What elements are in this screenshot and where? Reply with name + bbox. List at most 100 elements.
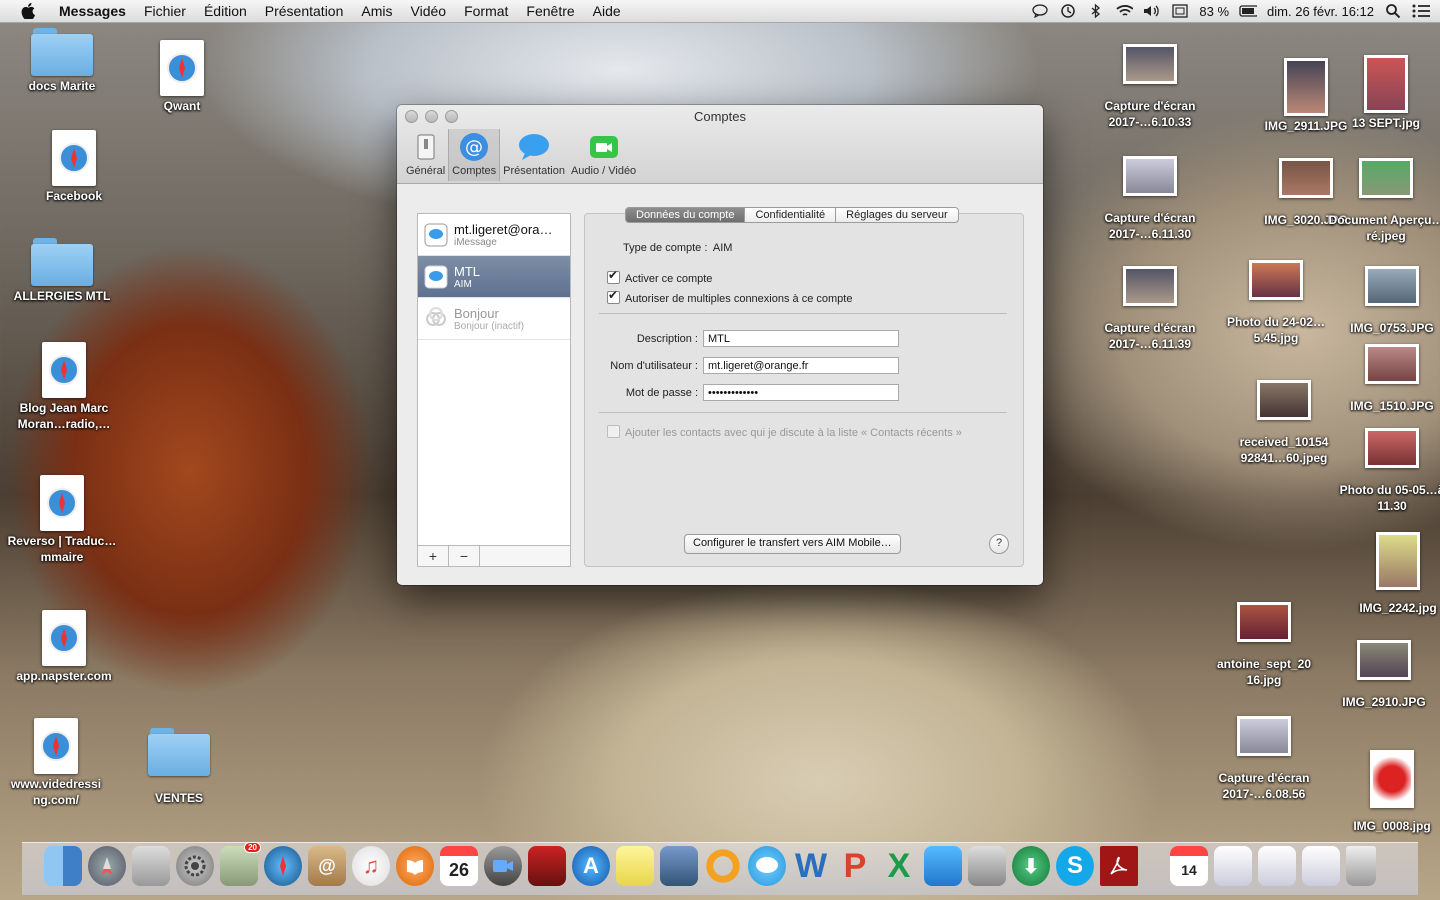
- desktop-file-capture-3[interactable]: Capture d'écran 2017-…6.11.39: [1090, 266, 1210, 352]
- word-icon[interactable]: W: [792, 846, 830, 886]
- enable-account-checkbox[interactable]: [607, 268, 620, 284]
- desktop-file-received[interactable]: received_10154 92841…60.jpeg: [1224, 380, 1344, 466]
- powerpoint-icon[interactable]: P: [836, 846, 874, 886]
- photo-viewer-icon[interactable]: [528, 846, 566, 886]
- multi-connection-row[interactable]: Autoriser de multiples connexions à ce c…: [607, 288, 852, 305]
- itunes-icon[interactable]: ♫: [352, 846, 390, 886]
- skype-icon[interactable]: S: [1056, 846, 1094, 886]
- password-field[interactable]: •••••••••••••: [703, 384, 899, 401]
- office-icon[interactable]: [704, 846, 742, 886]
- finder-icon[interactable]: [44, 846, 82, 886]
- desktop-folder-docs-marite[interactable]: docs Marite: [2, 28, 122, 94]
- account-item-mtl[interactable]: MTL AIM: [418, 256, 570, 298]
- desktop-file-capture-1[interactable]: Capture d'écran 2017-…6.10.33: [1090, 44, 1210, 130]
- input-source-icon[interactable]: [1171, 3, 1189, 19]
- desktop-folder-allergies[interactable]: ALLERGIES MTL: [2, 238, 122, 304]
- screenshot-stack-icon[interactable]: [1258, 846, 1296, 886]
- add-account-button[interactable]: +: [418, 546, 449, 566]
- tab-donnees-du-compte[interactable]: Données du compte: [626, 208, 746, 222]
- launchpad-icon[interactable]: [88, 846, 126, 886]
- toolbar-general[interactable]: Général: [403, 129, 448, 181]
- tab-reglages-du-serveur[interactable]: Réglages du serveur: [836, 208, 958, 222]
- mail-stamp-icon[interactable]: 20: [220, 842, 261, 886]
- toolbar-presentation[interactable]: Présentation: [500, 129, 568, 181]
- desktop-file-13-sept[interactable]: 13 SEPT.jpg: [1326, 55, 1440, 131]
- download-icon[interactable]: ⬇: [1012, 846, 1050, 886]
- iphoto-icon[interactable]: [660, 846, 698, 886]
- notification-center-icon[interactable]: [1412, 3, 1430, 19]
- remote-desktop-icon[interactable]: [968, 846, 1006, 886]
- screenshot-stack-icon[interactable]: [1302, 846, 1340, 886]
- desktop-file-img-1510[interactable]: IMG_1510.JPG: [1332, 344, 1440, 414]
- desktop-file-capture-2[interactable]: Capture d'écran 2017-…6.11.30: [1090, 156, 1210, 242]
- configure-aim-mobile-button[interactable]: Configurer le transfert vers AIM Mobile…: [684, 534, 901, 554]
- calendar-icon[interactable]: 26: [440, 846, 478, 886]
- toolbar-audio-video[interactable]: Audio / Vidéo: [568, 129, 639, 181]
- desktop-file-photo-24-02[interactable]: Photo du 24-02…5.45.jpg: [1216, 260, 1336, 346]
- username-field[interactable]: mt.ligeret@orange.fr: [703, 357, 899, 374]
- desktop-webloc-facebook[interactable]: Facebook: [14, 130, 134, 204]
- acrobat-icon[interactable]: [1100, 846, 1138, 886]
- spotlight-search-icon[interactable]: [1384, 3, 1402, 19]
- desktop-file-img-0008[interactable]: IMG_0008.jpg: [1332, 750, 1440, 834]
- battery-icon[interactable]: [1239, 3, 1258, 19]
- apple-menu-icon[interactable]: [18, 3, 38, 19]
- excel-icon[interactable]: X: [880, 846, 918, 886]
- desktop-file-img-2242[interactable]: IMG_2242.jpg: [1338, 532, 1440, 616]
- menu-fenetre[interactable]: Fenêtre: [517, 3, 583, 19]
- safari-compass-icon: [40, 475, 84, 531]
- image-thumbnail: [1364, 55, 1408, 113]
- desktop-file-img-0753[interactable]: IMG_0753.JPG: [1332, 266, 1440, 336]
- menu-video[interactable]: Vidéo: [402, 3, 456, 19]
- image-thumbnail: [1257, 380, 1311, 420]
- tab-confidentialite[interactable]: Confidentialité: [745, 208, 837, 222]
- description-field[interactable]: MTL: [703, 330, 899, 347]
- desktop-file-document-apercu[interactable]: Document Aperçu…ré.jpeg: [1326, 158, 1440, 244]
- menu-messages[interactable]: Messages: [50, 3, 135, 19]
- volume-icon[interactable]: [1143, 3, 1161, 19]
- menu-format[interactable]: Format: [455, 3, 517, 19]
- enable-account-row[interactable]: Activer ce compte: [607, 268, 712, 285]
- menu-aide[interactable]: Aide: [584, 3, 630, 19]
- help-button[interactable]: ?: [989, 534, 1009, 554]
- desktop-webloc-videdressing[interactable]: www.videdressi ng.com/: [0, 718, 116, 808]
- menu-fichier[interactable]: Fichier: [135, 3, 195, 19]
- image-thumbnail: [1123, 156, 1177, 196]
- messages-icon[interactable]: [748, 846, 786, 886]
- desktop-webloc-napster[interactable]: app.napster.com: [4, 610, 124, 684]
- stickies-icon[interactable]: [616, 846, 654, 886]
- account-item-imessage[interactable]: mt.ligeret@ora… iMessage: [418, 214, 570, 256]
- system-preferences-icon[interactable]: [176, 846, 214, 886]
- menu-presentation[interactable]: Présentation: [256, 3, 353, 19]
- calendar-file-icon[interactable]: 14: [1170, 846, 1208, 886]
- menu-edition[interactable]: Édition: [195, 3, 256, 19]
- desktop-file-img-2910[interactable]: IMG_2910.JPG: [1324, 640, 1440, 710]
- ibooks-icon[interactable]: [396, 846, 434, 886]
- contacts-icon[interactable]: @: [308, 846, 346, 886]
- messages-status-icon[interactable]: [1031, 3, 1049, 19]
- account-item-bonjour[interactable]: Bonjour Bonjour (inactif): [418, 298, 570, 340]
- lync-icon[interactable]: [924, 846, 962, 886]
- wifi-icon[interactable]: [1115, 3, 1134, 19]
- desktop-file-antoine[interactable]: antoine_sept_20 16.jpg: [1204, 602, 1324, 688]
- screenshot-stack-icon[interactable]: [1214, 846, 1252, 886]
- safari-icon[interactable]: [264, 846, 302, 886]
- app-store-icon[interactable]: A: [572, 846, 610, 886]
- clock[interactable]: dim. 26 févr. 16:12: [1267, 4, 1374, 19]
- desktop-webloc-blog[interactable]: Blog Jean Marc Moran…radio,…: [4, 342, 124, 432]
- desktop-webloc-qwant[interactable]: Qwant: [122, 40, 242, 114]
- desktop-webloc-reverso[interactable]: Reverso | Traduc…mmaire: [2, 475, 122, 565]
- desktop-file-photo-05-05[interactable]: Photo du 05-05…à 11.30: [1332, 428, 1440, 514]
- multi-connection-checkbox[interactable]: [607, 288, 620, 304]
- bluetooth-icon[interactable]: [1087, 3, 1105, 19]
- toolbar-comptes[interactable]: @ Comptes: [448, 129, 501, 181]
- desktop-folder-ventes[interactable]: VENTES: [119, 728, 239, 806]
- desktop-file-capture-4[interactable]: Capture d'écran 2017-…6.08.56: [1204, 716, 1324, 802]
- remove-account-button[interactable]: −: [449, 546, 480, 566]
- photo-booth-icon[interactable]: [484, 846, 522, 886]
- menu-amis[interactable]: Amis: [352, 3, 401, 19]
- time-machine-icon[interactable]: [1059, 3, 1077, 19]
- dashboard-icon[interactable]: [132, 846, 170, 886]
- trash-icon[interactable]: [1346, 846, 1376, 886]
- image-thumbnail: [1370, 750, 1414, 808]
